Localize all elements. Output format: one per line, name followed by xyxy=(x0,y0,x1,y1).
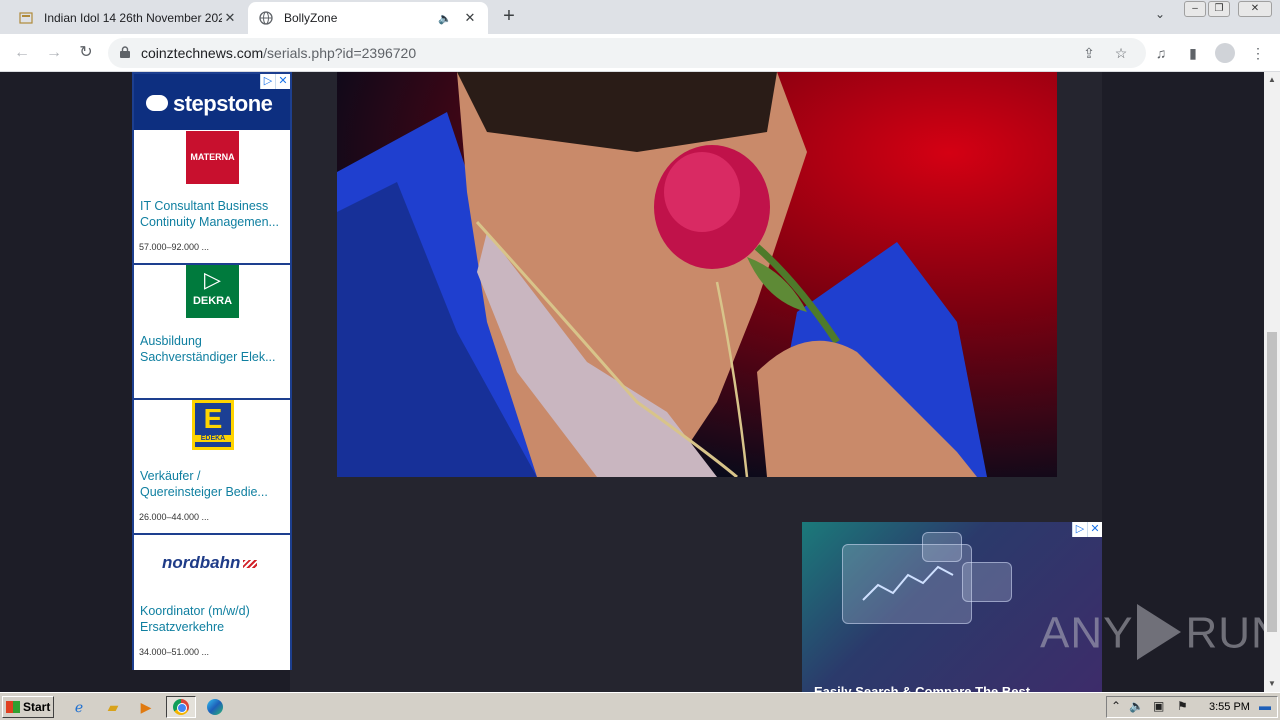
job-title[interactable]: Verkäufer / Quereinsteiger Bedie... xyxy=(140,468,288,500)
ad-header: stepstone ▷ ✕ xyxy=(134,74,290,130)
job-title[interactable]: Ausbildung Sachverständiger Elek... xyxy=(140,333,288,365)
side-panel-icon[interactable]: ▮ xyxy=(1183,43,1203,63)
maximize-button[interactable]: ❐ xyxy=(1208,1,1230,17)
job-salary: 26.000–44.000 ... xyxy=(139,512,210,522)
media-control-icon[interactable]: ♫ xyxy=(1151,43,1171,63)
company-logo: MATERNA xyxy=(186,131,239,184)
chevron-up-icon[interactable]: ⌃ xyxy=(1111,699,1121,713)
browser-toolbar: ← → ↻ coinztechnews.com/serials.php?id=2… xyxy=(0,34,1280,72)
ad-choices-icon[interactable]: ▷ xyxy=(260,74,275,89)
volume-icon[interactable]: 🔈 xyxy=(1129,699,1144,713)
video-still-image xyxy=(337,72,987,477)
job-listing[interactable]: ▷ DEKRA Ausbildung Sachverständiger Elek… xyxy=(134,265,290,400)
stepstone-logo: stepstone xyxy=(146,91,273,117)
close-icon[interactable]: ✕ xyxy=(462,10,478,26)
media-player-icon[interactable]: ▶ xyxy=(135,697,157,717)
edge-icon[interactable] xyxy=(204,697,226,717)
speaker-icon[interactable]: 🔈 xyxy=(438,12,452,25)
job-title[interactable]: IT Consultant Business Continuity Manage… xyxy=(140,198,288,230)
job-salary: 57.000–92.000 ... xyxy=(139,242,210,252)
globe-icon xyxy=(258,10,274,26)
taskbar: Start ℯ ▰ ▶ ⌃ 🔈 ▣ ⚑ 3:55 PM ▬ xyxy=(0,692,1280,720)
url-text: coinztechnews.com/serials.php?id=2396720 xyxy=(141,45,417,61)
chrome-taskbar-button[interactable] xyxy=(166,696,196,718)
job-listing[interactable]: MATERNA IT Consultant Business Continuit… xyxy=(134,130,290,265)
job-title[interactable]: Koordinator (m/w/d) Ersatzverkehre xyxy=(140,603,288,635)
internet-explorer-icon[interactable]: ℯ xyxy=(68,697,90,717)
chrome-icon xyxy=(173,699,189,715)
tab-indian-idol[interactable]: Indian Idol 14 26th November 2023 ✕ xyxy=(8,2,248,34)
new-tab-button[interactable]: + xyxy=(498,6,520,28)
video-frame[interactable] xyxy=(337,72,1057,477)
ad-graphic-panel xyxy=(922,532,962,562)
flag-icon[interactable]: ⚑ xyxy=(1177,699,1188,713)
close-icon[interactable]: ✕ xyxy=(1087,522,1102,537)
minimize-button[interactable]: – xyxy=(1184,1,1206,17)
show-desktop-icon[interactable]: ▬ xyxy=(1259,699,1271,713)
company-logo: ▷ DEKRA xyxy=(186,265,239,318)
clock[interactable]: 3:55 PM xyxy=(1209,701,1250,713)
address-bar[interactable]: coinztechnews.com/serials.php?id=2396720… xyxy=(108,38,1146,68)
tab-strip: Indian Idol 14 26th November 2023 ✕ Boll… xyxy=(0,0,1280,34)
page-content: stepstone ▷ ✕ MATERNA IT Consultant Busi… xyxy=(0,72,1264,692)
reload-icon[interactable]: ↻ xyxy=(75,42,97,64)
share-icon[interactable]: ⇪ xyxy=(1080,44,1098,62)
chevron-down-icon[interactable]: ⌄ xyxy=(1150,7,1170,27)
close-icon[interactable]: ✕ xyxy=(222,10,238,26)
ad-headline[interactable]: Easily Search & Compare The Best xyxy=(814,684,1030,692)
forward-arrow-icon[interactable]: → xyxy=(43,42,65,64)
tab-bollyzone[interactable]: BollyZone 🔈 ✕ xyxy=(248,2,488,34)
ad-graphic-panel xyxy=(962,562,1012,602)
scroll-down-arrow-icon[interactable]: ▼ xyxy=(1264,676,1280,692)
ad-choices-icon[interactable]: ▷ xyxy=(1072,522,1087,537)
network-icon[interactable]: ▣ xyxy=(1153,699,1164,713)
company-logo: E EDEKA xyxy=(192,400,234,450)
kebab-menu-icon[interactable]: ⋮ xyxy=(1248,43,1268,63)
windows-logo-icon xyxy=(6,701,20,713)
job-listing[interactable]: E EDEKA Verkäufer / Quereinsteiger Bedie… xyxy=(134,400,290,535)
vertical-scrollbar[interactable]: ▲ ▼ xyxy=(1264,72,1280,692)
window-close-button[interactable]: ✕ xyxy=(1238,1,1272,17)
left-ad-banner[interactable]: stepstone ▷ ✕ MATERNA IT Consultant Busi… xyxy=(132,72,292,670)
close-icon[interactable]: ✕ xyxy=(275,74,290,89)
system-tray: ⌃ 🔈 ▣ ⚑ 3:55 PM ▬ xyxy=(1106,696,1278,718)
back-arrow-icon[interactable]: ← xyxy=(11,42,33,64)
start-button[interactable]: Start xyxy=(2,696,54,718)
lock-icon xyxy=(120,46,130,58)
profile-avatar-icon[interactable] xyxy=(1215,43,1235,63)
company-logo: nordbahn xyxy=(162,553,258,573)
bookmark-star-icon[interactable]: ☆ xyxy=(1112,44,1130,62)
scroll-thumb[interactable] xyxy=(1267,332,1277,632)
scroll-up-arrow-icon[interactable]: ▲ xyxy=(1264,72,1280,88)
page-icon xyxy=(18,10,34,26)
bottom-right-ad[interactable]: ▷ ✕ Easily Search & Compare The Best xyxy=(802,522,1102,692)
job-salary: 34.000–51.000 ... xyxy=(139,647,210,657)
tab-title: BollyZone xyxy=(284,11,338,25)
job-listing[interactable]: nordbahn Koordinator (m/w/d) Ersatzverke… xyxy=(134,535,290,670)
folder-icon[interactable]: ▰ xyxy=(102,697,124,717)
anyrun-watermark: ANYRUN xyxy=(1040,604,1264,664)
tab-title: Indian Idol 14 26th November 2023 xyxy=(44,11,222,25)
